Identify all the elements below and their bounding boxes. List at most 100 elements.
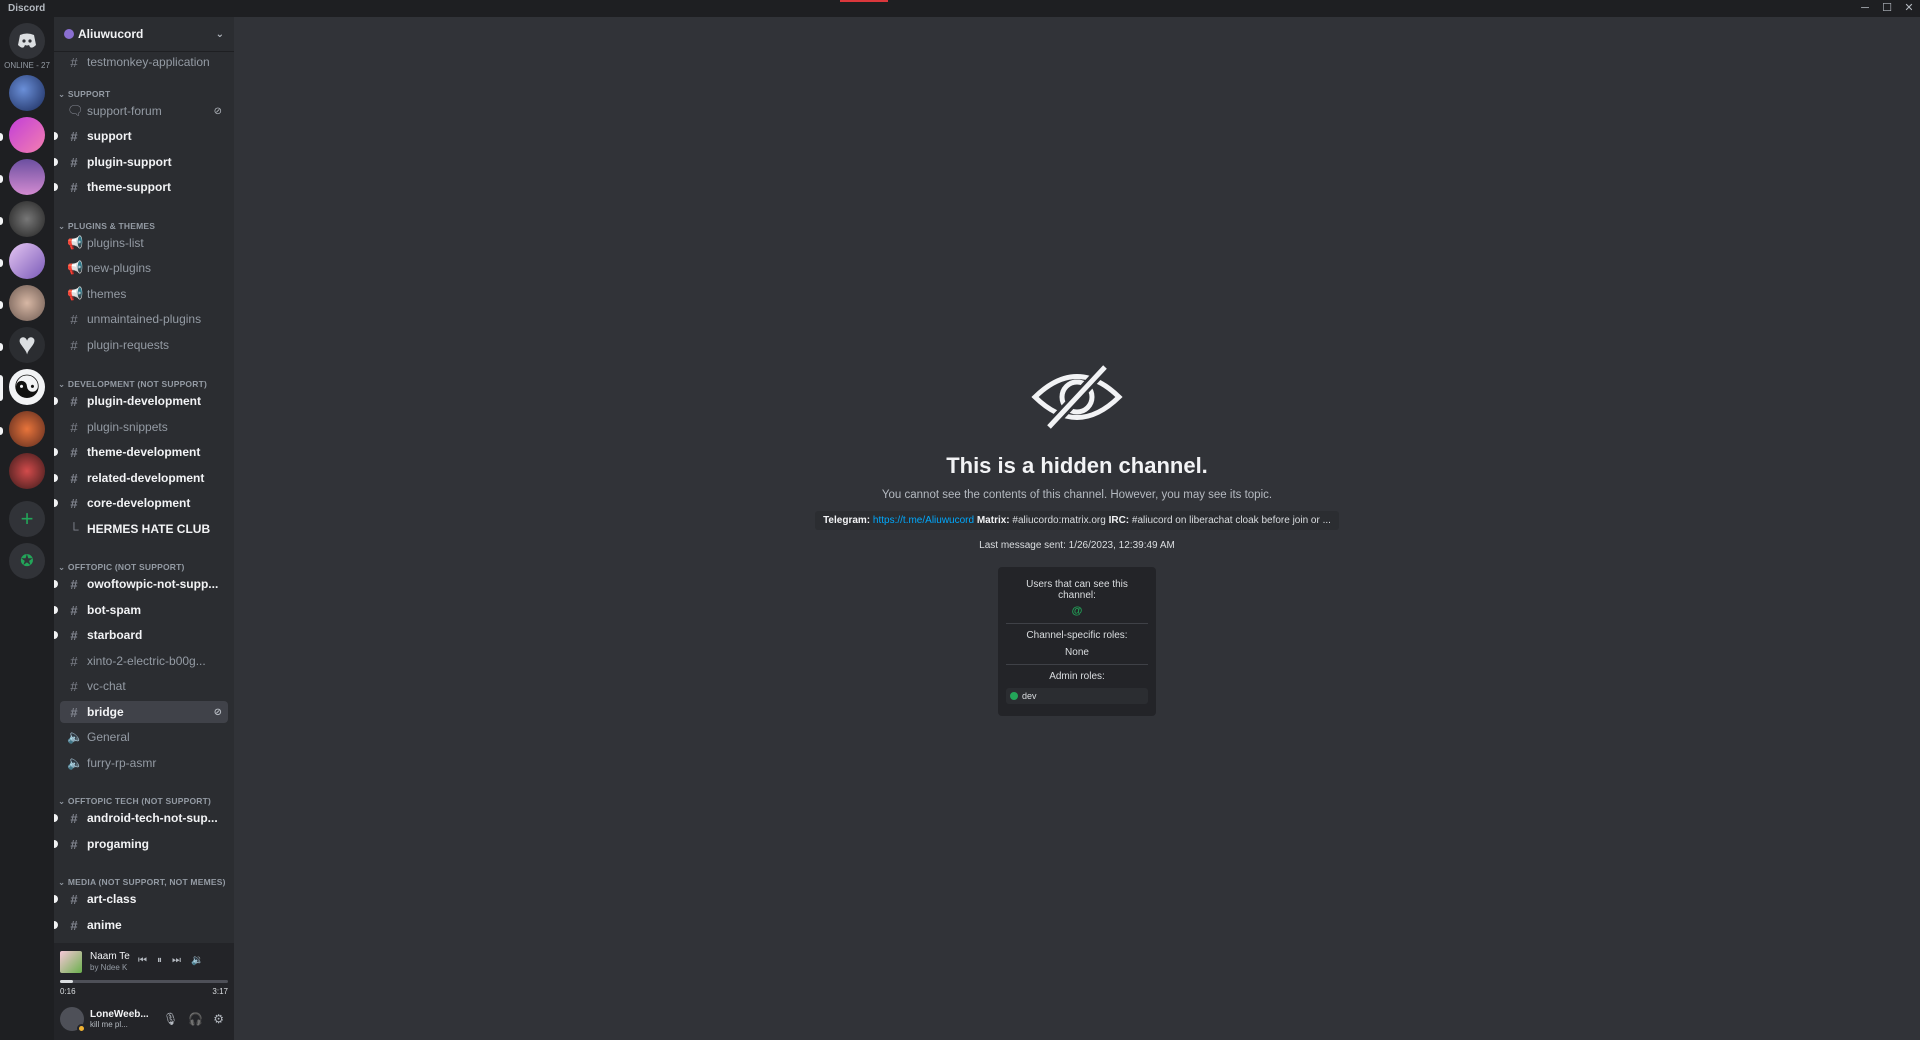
server-icon[interactable] [9,453,45,489]
minimize-icon[interactable]: ─ [1854,0,1876,17]
progress-fill [60,980,74,983]
telegram-link[interactable]: https://t.me/Aliuwucord [873,515,974,526]
volume-icon[interactable]: 🔉 [191,955,203,966]
home-button[interactable] [9,23,45,59]
channel-theme-development[interactable]: # theme-development [54,441,228,463]
user-info[interactable]: LoneWeeb... kill me pl... [90,1009,154,1029]
announcement-icon: 📢 [67,286,84,301]
title-bar: Discord ─ ☐ ✕ [0,0,1920,17]
thread-hash-icon: # [70,495,78,511]
previous-icon[interactable]: ⏮ [138,955,147,966]
server-icon[interactable] [9,285,45,321]
server-icon[interactable] [9,159,45,195]
category-media[interactable]: ⌄ MEDIA (NOT SUPPORT, NOT MEMES) [58,877,226,888]
channel-topic: Telegram: https://t.me/Aliuwucord Matrix… [815,511,1339,530]
channel-vc-chat[interactable]: # vc-chat [60,675,228,697]
category-development[interactable]: ⌄ DEVELOPMENT (NOT SUPPORT) [58,379,207,390]
voice-channel-general[interactable]: 🔈 General [60,726,228,748]
channel-owoftowpic[interactable]: # owoftowpic-not-supp... [54,573,228,595]
compass-icon: ✪ [20,553,34,570]
hash-icon: # [70,917,78,933]
explore-servers-button[interactable]: ✪ [9,543,45,579]
channel-plugin-requests[interactable]: # plugin-requests [60,334,228,356]
channel-anime[interactable]: # anime [54,914,228,936]
window-controls: ─ ☐ ✕ [1854,0,1920,17]
hidden-subtitle: You cannot see the contents of this chan… [881,489,1273,501]
speaker-icon: 🔈 [67,729,84,744]
hash-icon: # [70,891,78,907]
channel-plugin-snippets[interactable]: # plugin-snippets [60,416,228,438]
main-content: This is a hidden channel. You cannot see… [234,17,1920,1040]
add-server-button[interactable]: + [9,501,45,537]
discord-logo-icon [18,33,36,48]
category-offtopic[interactable]: ⌄ OFFTOPIC (NOT SUPPORT) [58,562,185,573]
duration-time: 3:17 [212,987,228,996]
unread-pill [0,343,3,351]
gear-icon[interactable]: ⚙ [213,1012,224,1026]
thread-hermes-hate-club[interactable]: └ HERMES HATE CLUB [60,518,228,540]
server-icon[interactable] [9,411,45,447]
channel-plugins-list[interactable]: 📢 plugins-list [60,232,228,254]
channel-xinto[interactable]: # xinto-2-electric-b00g... [60,650,228,672]
role-pill[interactable]: dev [1006,688,1148,704]
everyone-mention[interactable]: @ [1006,605,1148,617]
channel-art-class[interactable]: # art-class [54,888,228,910]
announcement-icon: 📢 [67,260,84,275]
announcement-icon: 📢 [67,235,84,250]
channel-new-plugins[interactable]: 📢 new-plugins [60,257,228,279]
server-icon[interactable]: ♥ [9,327,45,363]
channel-bridge[interactable]: # bridge ⊘ [60,701,228,723]
channel-related-development[interactable]: # related-development [54,467,228,489]
channel-themes[interactable]: 📢 themes [60,283,228,305]
progress-bar[interactable] [60,980,228,983]
channel-testmonkey-application[interactable]: # testmonkey-application [60,51,228,73]
server-icon[interactable] [9,117,45,153]
category-offtopic-tech[interactable]: ⌄ OFFTOPIC TECH (NOT SUPPORT) [58,796,211,807]
unread-indicator [54,499,58,507]
role-color-dot [1010,692,1018,700]
headphones-icon[interactable]: 🎧 [188,1012,203,1026]
microphone-icon[interactable]: 🎙 [163,1012,178,1026]
close-icon[interactable]: ✕ [1898,0,1920,17]
category-plugins-themes[interactable]: ⌄ PLUGINS & THEMES [58,221,155,232]
category-support[interactable]: ⌄ SUPPORT [58,89,110,100]
voice-channel-furry-rp-asmr[interactable]: 🔈 furry-rp-asmr [60,752,228,774]
hash-icon: # [70,470,78,486]
channel-unmaintained-plugins[interactable]: # unmaintained-plugins [60,308,228,330]
guild-header[interactable]: Aliuwucord ⌄ [54,17,234,51]
avatar[interactable] [60,1006,86,1033]
hash-icon: # [70,179,78,195]
channel-bot-spam[interactable]: # bot-spam [54,599,228,621]
unread-indicator [54,840,58,848]
guild-badge-icon [64,29,74,39]
channel-theme-support[interactable]: # theme-support [54,176,228,198]
server-icon[interactable] [9,75,45,111]
custom-status: kill me pl... [90,1019,128,1029]
server-icon[interactable] [9,201,45,237]
unread-pill [0,217,3,225]
forum-icon: 🗨 [67,103,84,118]
unread-pill [0,259,3,267]
pause-icon[interactable]: ⏸ [157,955,162,966]
channel-core-development[interactable]: # core-development [54,492,228,514]
server-icon[interactable]: ☯ [9,369,45,405]
thread-hash-icon: # [70,444,78,460]
channel-progaming[interactable]: # progaming [54,833,228,855]
channel-android-tech[interactable]: # android-tech-not-sup... [54,807,228,829]
channel-roles-section: Channel-specific roles: None [1006,624,1148,665]
hash-icon: # [70,653,78,669]
maximize-icon[interactable]: ☐ [1876,0,1898,17]
hash-icon: # [70,337,78,353]
thread-branch-icon: └ [69,521,79,537]
channel-support-forum[interactable]: 🗨 support-forum ⊘ [60,100,228,122]
speaker-icon: 🔈 [67,755,84,770]
next-icon[interactable]: ⏭ [172,955,181,966]
server-icon[interactable] [9,243,45,279]
hidden-title: This is a hidden channel. [946,453,1208,478]
channel-plugin-development[interactable]: # plugin-development [54,390,228,412]
channel-support[interactable]: # support [54,125,228,147]
channel-plugin-support[interactable]: # plugin-support [54,151,228,173]
channel-starboard[interactable]: # starboard [54,624,228,646]
chevron-down-icon: ⌄ [215,28,224,40]
plus-icon: + [20,506,34,531]
